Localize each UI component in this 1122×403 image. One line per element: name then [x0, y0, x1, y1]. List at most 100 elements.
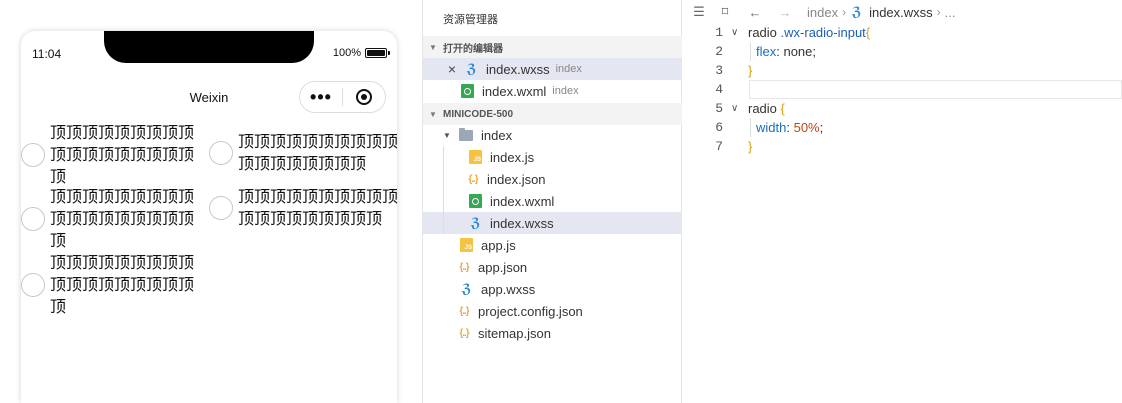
- line-number: 5: [715, 101, 723, 116]
- radio-label: 顶顶顶顶顶顶顶顶顶顶顶顶顶顶顶顶顶顶顶: [50, 253, 195, 316]
- css-property: width: [756, 120, 787, 135]
- radio-label: 顶顶顶顶顶顶顶顶顶顶顶顶顶顶顶顶顶顶顶: [50, 123, 195, 186]
- line-number: 6: [715, 120, 723, 135]
- open-editor-item[interactable]: × ℨ index.wxss index: [423, 58, 682, 80]
- radio-circle[interactable]: [21, 143, 45, 167]
- phone-frame: 11:04 100% Weixin ••• 顶顶顶顶顶顶顶顶顶顶顶顶顶顶顶顶顶顶…: [21, 31, 397, 403]
- radio-label: 顶顶顶顶顶顶顶顶顶顶顶顶顶顶顶顶顶顶: [238, 132, 397, 173]
- code-line[interactable]: radio {: [748, 101, 785, 116]
- css-property: flex: [756, 44, 777, 59]
- chevron-down-icon: ▼: [429, 42, 437, 52]
- tree-file[interactable]: {..} app.json: [423, 256, 682, 278]
- chevron-right-icon: ›: [842, 5, 847, 19]
- tree-indent-guide: [443, 146, 444, 234]
- radio-item[interactable]: 顶顶顶顶顶顶顶顶顶顶顶顶顶顶顶顶顶顶顶: [21, 122, 200, 188]
- css-file-icon: ℨ: [851, 4, 862, 19]
- chevron-down-icon[interactable]: ∨: [731, 27, 738, 38]
- folder-name: index: [481, 127, 513, 143]
- file-name: index.js: [490, 149, 535, 165]
- tree-file[interactable]: ℨ app.wxss: [423, 278, 682, 300]
- file-name: sitemap.json: [478, 325, 551, 341]
- radio-label: 顶顶顶顶顶顶顶顶顶顶顶顶顶顶顶顶顶顶顶: [238, 187, 397, 228]
- css-selector: radio: [748, 101, 777, 116]
- radio-circle[interactable]: [21, 273, 45, 297]
- css-file-icon: ℨ: [470, 215, 481, 230]
- wxml-file-icon: [469, 194, 482, 208]
- css-brace: {: [865, 25, 871, 40]
- css-semicolon: ;: [812, 44, 817, 59]
- battery-icon: [365, 48, 390, 58]
- tree-file-selected[interactable]: ℨ index.wxss: [423, 212, 682, 234]
- file-name: project.config.json: [478, 303, 583, 319]
- css-value: none: [779, 44, 813, 59]
- close-miniprogram-button[interactable]: [343, 82, 385, 112]
- file-name: index.wxml: [482, 83, 547, 99]
- indent-guide: [750, 118, 751, 137]
- radio-item[interactable]: 顶顶顶顶顶顶顶顶顶顶顶顶顶顶顶顶顶顶顶: [21, 186, 200, 252]
- section-label: 打开的编辑器: [443, 43, 503, 55]
- open-editor-item[interactable]: index.wxml index: [423, 80, 682, 102]
- radio-item[interactable]: 顶顶顶顶顶顶顶顶顶顶顶顶顶顶顶顶顶顶顶: [209, 186, 397, 230]
- open-editors-header[interactable]: ▼ 打开的编辑器: [423, 36, 682, 58]
- file-name: index.wxss: [486, 61, 550, 77]
- radio-item[interactable]: 顶顶顶顶顶顶顶顶顶顶顶顶顶顶顶顶顶顶: [209, 131, 397, 175]
- folder-index[interactable]: ▼ index: [423, 124, 682, 146]
- project-header[interactable]: ▼ MINICODE-500: [423, 103, 682, 125]
- tree-file[interactable]: index.wxml: [423, 190, 682, 212]
- back-arrow-icon[interactable]: ←: [747, 4, 763, 20]
- bookmark-icon[interactable]: ⌑: [717, 4, 733, 20]
- css-semicolon: ;: [819, 120, 824, 135]
- indent-guide: [750, 42, 751, 61]
- file-desc: index: [555, 63, 582, 75]
- more-dots-icon[interactable]: •••: [300, 82, 342, 112]
- tree-file[interactable]: JS index.js: [423, 146, 682, 168]
- chevron-down-icon: ▼: [443, 130, 451, 140]
- breadcrumb-more[interactable]: ...: [945, 5, 956, 20]
- tree-file[interactable]: {..} sitemap.json: [423, 322, 682, 344]
- battery-percent: 100%: [332, 47, 361, 59]
- radio-circle[interactable]: [209, 141, 233, 165]
- code-editor: ☰ ⌑ ← → index › ℨ index.wxss › ... 1 ∨ r…: [683, 0, 1122, 403]
- file-desc: index: [552, 85, 579, 97]
- forward-arrow-icon[interactable]: →: [777, 4, 793, 20]
- file-name: app.js: [481, 237, 516, 253]
- json-file-icon: {..}: [468, 173, 478, 185]
- status-time: 11:04: [32, 47, 62, 61]
- list-icon[interactable]: ☰: [691, 4, 707, 20]
- code-line[interactable]: }: [748, 63, 752, 78]
- radio-item[interactable]: 顶顶顶顶顶顶顶顶顶顶顶顶顶顶顶顶顶顶顶: [21, 252, 200, 318]
- json-file-icon: {..}: [459, 261, 469, 273]
- menu-capsule: •••: [299, 81, 386, 113]
- chevron-down-icon[interactable]: ∨: [731, 103, 738, 114]
- file-name: app.wxss: [481, 281, 536, 297]
- code-line[interactable]: }: [748, 139, 752, 154]
- css-file-icon: ℨ: [461, 281, 472, 296]
- file-name: index.json: [487, 171, 546, 187]
- section-label: MINICODE-500: [443, 108, 514, 120]
- line-number: 2: [715, 44, 723, 59]
- breadcrumb-folder[interactable]: index: [807, 5, 838, 20]
- json-file-icon: {..}: [459, 327, 469, 339]
- record-icon: [356, 89, 372, 105]
- js-file-icon: JS: [460, 238, 473, 252]
- code-line[interactable]: radio .wx-radio-input{: [748, 25, 870, 40]
- radio-circle[interactable]: [21, 207, 45, 231]
- code-line[interactable]: flex: none;: [756, 44, 816, 59]
- tree-file[interactable]: JS app.js: [423, 234, 682, 256]
- status-battery: 100%: [332, 47, 390, 59]
- tree-file[interactable]: {..} project.config.json: [423, 300, 682, 322]
- css-brace: }: [748, 63, 753, 78]
- code-line[interactable]: width: 50%;: [756, 120, 823, 135]
- chevron-down-icon: ▼: [429, 109, 437, 119]
- folder-icon: [459, 127, 473, 141]
- radio-circle[interactable]: [209, 196, 233, 220]
- file-name: index.wxss: [490, 215, 554, 231]
- close-icon[interactable]: ×: [445, 61, 459, 77]
- chevron-right-icon: ›: [936, 5, 941, 19]
- css-selector: radio: [748, 25, 777, 40]
- file-name: index.wxml: [490, 193, 555, 209]
- js-file-icon: JS: [469, 150, 482, 164]
- tree-file[interactable]: {..} index.json: [423, 168, 682, 190]
- json-file-icon: {..}: [459, 305, 469, 317]
- breadcrumb-file[interactable]: index.wxss: [869, 5, 933, 20]
